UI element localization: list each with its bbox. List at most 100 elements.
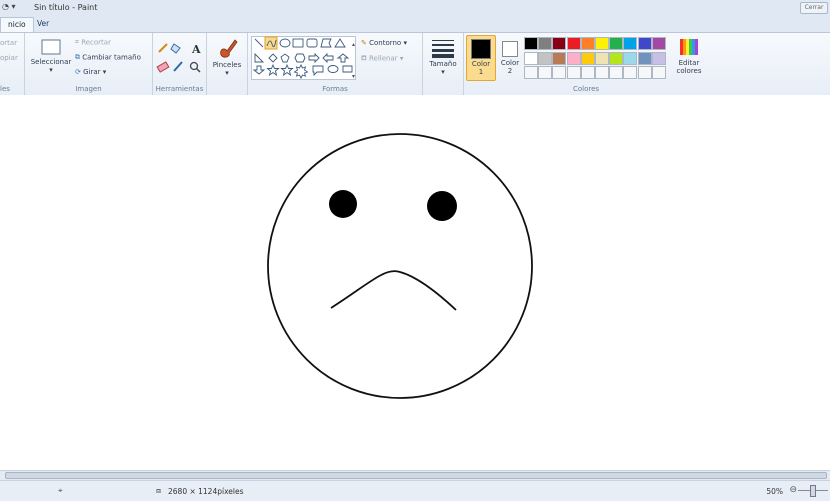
tab-inicio[interactable]: nicio [0,17,34,32]
tab-ver[interactable]: Ver [30,17,56,31]
face-outline [267,133,533,399]
color2-number: 2 [507,67,513,75]
color2-button[interactable]: Color 2 [497,35,523,79]
svg-text:▴: ▴ [352,41,355,48]
group-label-formas: Formas [322,85,348,93]
fill-shape-button[interactable]: ⛾ Rellenar ▾ [361,54,403,63]
palette-swatch[interactable] [552,66,567,79]
palette-swatch[interactable] [524,51,538,65]
crop-button[interactable]: ⌗ Recortar [75,38,111,47]
palette-swatch[interactable] [524,66,538,79]
rotate-button[interactable]: ⟳ Girar ▾ [75,68,106,76]
palette-swatch[interactable] [552,51,567,65]
group-label-portapapeles: les [0,85,10,93]
title-bar: ◔ ▾ Sin título - Paint Cerrar [0,0,830,17]
size-label: Tamaño [429,60,457,68]
palette-swatch[interactable] [651,37,666,50]
status-bar: ⌖ ⧈ 2680 × 1124píxeles 50% ⊖ [0,480,830,501]
fill-bucket-icon: ⛾ [361,54,367,62]
color1-button[interactable]: Color 1 [466,35,496,81]
chevron-down-icon: ▾ [441,68,445,76]
group-label-herramientas: Herramientas [155,85,204,93]
edit-colors-button[interactable]: Editar colores [672,37,706,75]
svg-text:A: A [191,43,201,56]
fill-icon[interactable] [170,43,181,54]
chevron-down-icon: ▾ [399,54,404,63]
palette-swatch[interactable] [566,37,581,50]
drawing-canvas[interactable] [0,95,830,473]
brushes-label: Pinceles [212,61,242,69]
palette-swatch[interactable] [637,66,652,79]
crop-label: Recortar [81,38,111,47]
size-button[interactable]: Tamaño ▾ [426,38,460,76]
palette-swatch[interactable] [609,51,624,65]
group-colores: Color 1 Color 2 Editar colores Colores [464,33,708,95]
palette-swatch[interactable] [580,37,595,50]
palette-swatch[interactable] [538,51,553,65]
outline-pencil-icon: ✎ [361,39,367,47]
palette-swatch[interactable] [566,51,581,65]
palette-swatch[interactable] [580,66,595,79]
palette-swatch[interactable] [595,66,609,79]
palette-swatch[interactable] [623,37,638,50]
color-picker-icon[interactable] [173,61,183,72]
palette-swatch[interactable] [538,66,553,79]
copy-button[interactable]: opiar [0,54,18,62]
cut-button[interactable]: ortar [0,39,17,47]
palette-swatch[interactable] [623,51,638,65]
brushes-button[interactable]: Pinceles ▾ [209,37,245,77]
palette-swatch[interactable] [623,66,638,79]
edit-colors-label-2: colores [676,67,702,75]
ribbon: ortar opiar les Seleccionar ▾ ⌗ Recortar… [0,32,830,96]
palette-swatch[interactable] [538,37,553,50]
palette-swatch[interactable] [651,66,666,79]
magnifier-icon[interactable] [189,61,201,73]
palette-swatch[interactable] [595,37,609,50]
palette-swatch[interactable] [637,51,652,65]
pencil-icon[interactable] [158,43,168,53]
horizontal-scrollbar[interactable] [0,470,830,480]
zoom-out-icon[interactable]: ⊖ [789,485,797,495]
palette-swatch[interactable] [609,66,624,79]
outline-label: Contorno [369,39,402,47]
group-imagen: Seleccionar ▾ ⌗ Recortar ⧉ Cambiar tamañ… [25,33,153,95]
eraser-icon[interactable] [156,61,170,73]
group-label-colores: Colores [572,85,600,93]
canvas-drawing [267,133,533,399]
group-label-imagen: Imagen [75,85,102,93]
palette-swatch[interactable] [651,51,666,65]
palette-swatch[interactable] [595,51,609,65]
crop-icon: ⌗ [75,38,79,46]
quick-access-toolbar[interactable]: ◔ ▾ [2,2,16,11]
scrollbar-thumb[interactable] [5,472,827,479]
palette-swatch[interactable] [580,51,595,65]
palette-swatch[interactable] [609,37,624,50]
edit-colors-label-1: Editar [678,59,700,67]
color2-swatch [502,41,518,57]
group-tamano: Tamaño ▾ [423,33,464,95]
group-pinceles: Pinceles ▾ [207,33,248,95]
palette-swatch[interactable] [637,37,652,50]
chevron-down-icon: ▾ [225,69,229,77]
rotate-icon: ⟳ [75,68,81,76]
zoom-slider-thumb[interactable] [810,485,816,497]
palette-swatch[interactable] [566,66,581,79]
color1-number: 1 [478,68,484,76]
brush-icon [220,39,238,58]
palette-swatch[interactable] [552,37,567,50]
group-portapapeles: ortar opiar les [0,33,25,95]
text-icon[interactable]: A [191,43,201,56]
window-title: Sin título - Paint [34,3,98,12]
shapes-gallery[interactable]: ▴ ▾ [251,36,357,80]
select-button[interactable]: Seleccionar ▾ [29,38,73,74]
resize-button[interactable]: ⧉ Cambiar tamaño [75,53,141,62]
close-window-button[interactable]: Cerrar [800,2,828,14]
select-rectangle-icon [41,39,61,55]
color1-label: Color [471,60,491,68]
outline-button[interactable]: ✎ Contorno ▾ [361,39,407,47]
select-label: Seleccionar [30,58,72,66]
color1-swatch [471,39,491,59]
palette-swatch[interactable] [524,37,538,50]
resize-label: Cambiar tamaño [82,53,141,62]
resize-icon: ⧉ [75,53,80,61]
